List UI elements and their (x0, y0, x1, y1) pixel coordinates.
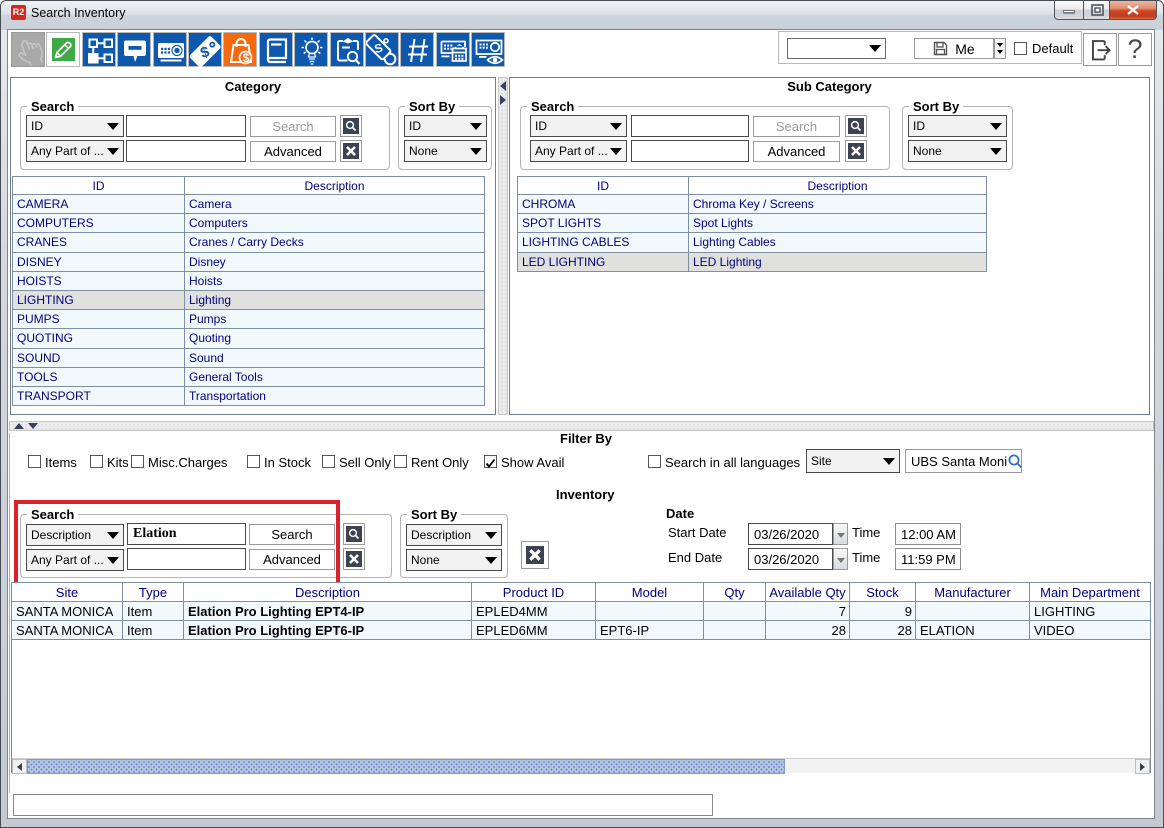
svg-text:$: $ (243, 51, 250, 65)
